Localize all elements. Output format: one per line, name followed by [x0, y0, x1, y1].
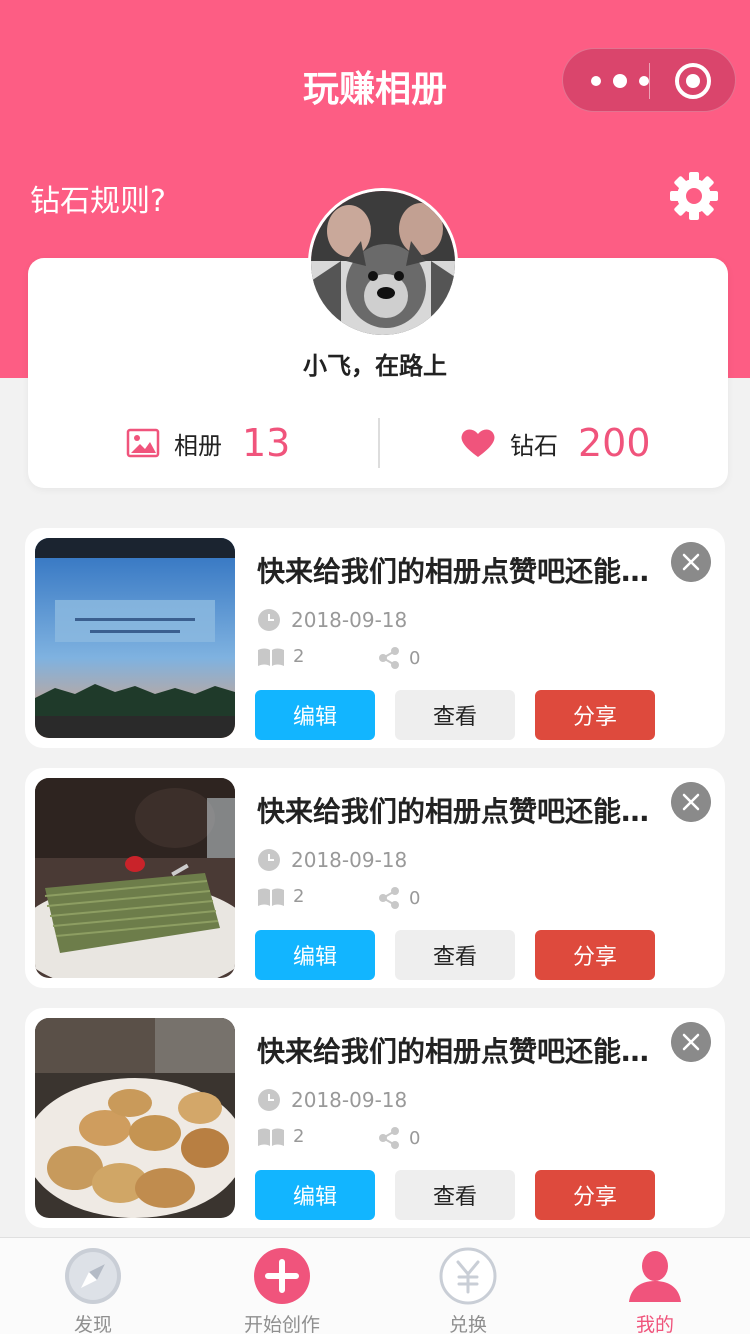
- album-date-text: 2018-09-18: [291, 1088, 408, 1112]
- edit-button[interactable]: 编辑: [255, 690, 375, 740]
- album-date: 2018-09-18: [257, 1088, 407, 1112]
- user-nickname: 小飞，在路上: [303, 352, 447, 380]
- tab-label: 我的: [635, 1314, 674, 1334]
- close-icon[interactable]: [671, 1022, 711, 1062]
- tab-label: 兑换: [448, 1314, 487, 1334]
- clock-icon: [258, 609, 280, 631]
- book-icon: [258, 648, 284, 666]
- album-date-text: 2018-09-18: [291, 608, 408, 632]
- album-date: 2018-09-18: [257, 608, 407, 632]
- share-icon: [379, 887, 399, 909]
- yuan-icon: [439, 1247, 497, 1305]
- album-shares-count: 0: [409, 887, 421, 909]
- clock-icon: [258, 1089, 280, 1111]
- diamond-stat[interactable]: 钻石 200: [460, 420, 651, 466]
- view-button[interactable]: 查看: [395, 1170, 515, 1220]
- edit-button[interactable]: 编辑: [255, 930, 375, 980]
- compass-icon: [65, 1248, 121, 1304]
- album-label: 相册: [174, 431, 222, 460]
- book-icon: [258, 888, 284, 906]
- heart-icon: [461, 429, 495, 457]
- album-title: 快来给我们的相册点赞吧还能兑换话费哟: [257, 1035, 657, 1068]
- album-thumbnail[interactable]: [35, 538, 235, 738]
- view-button[interactable]: 查看: [395, 930, 515, 980]
- close-miniprogram-icon[interactable]: [675, 63, 711, 99]
- album-thumbnail[interactable]: [35, 1018, 235, 1218]
- share-button[interactable]: 分享: [535, 1170, 655, 1220]
- book-icon: [258, 1128, 284, 1146]
- album-pages-count: 2: [293, 886, 305, 907]
- clock-icon: [258, 849, 280, 871]
- album-stat[interactable]: 相册 13: [126, 420, 290, 466]
- image-icon: [126, 428, 160, 458]
- avatar[interactable]: [308, 188, 458, 338]
- share-icon: [379, 1127, 399, 1149]
- album-pages-count: 2: [293, 646, 305, 667]
- album-title: 快来给我们的相册点赞吧还能兑换话费哟: [257, 795, 657, 828]
- tab-bar: 发现 开始创作 兑换 我的: [0, 1237, 750, 1334]
- close-icon[interactable]: [671, 782, 711, 822]
- capsule-divider: [649, 63, 650, 99]
- album-shares-count: 0: [409, 1127, 421, 1149]
- album-pages-count: 2: [293, 1126, 305, 1147]
- plus-circle-icon: [254, 1248, 310, 1304]
- album-thumbnail[interactable]: [35, 778, 235, 978]
- album-pages: 2: [257, 886, 304, 907]
- album-shares: 0: [377, 646, 420, 670]
- album-shares: 0: [377, 1126, 420, 1150]
- album-card[interactable]: 快来给我们的相册点赞吧还能兑换话费哟 2018-09-18 2 0 编辑 查看 …: [25, 528, 725, 748]
- album-count: 13: [242, 421, 291, 465]
- more-icon[interactable]: [591, 71, 649, 91]
- stats-divider: [378, 418, 380, 468]
- album-title: 快来给我们的相册点赞吧还能兑换话费哟: [257, 555, 657, 588]
- tab-exchange[interactable]: 兑换: [398, 1238, 538, 1334]
- tab-label: 开始创作: [243, 1314, 320, 1334]
- album-date-text: 2018-09-18: [291, 848, 408, 872]
- close-icon[interactable]: [671, 542, 711, 582]
- edit-button[interactable]: 编辑: [255, 1170, 375, 1220]
- album-card[interactable]: 快来给我们的相册点赞吧还能兑换话费哟 2018-09-18 2 0 编辑 查看 …: [25, 1008, 725, 1228]
- tab-mine[interactable]: 我的: [585, 1238, 725, 1334]
- gear-icon[interactable]: [668, 170, 720, 222]
- album-date: 2018-09-18: [257, 848, 407, 872]
- share-button[interactable]: 分享: [535, 690, 655, 740]
- tab-create[interactable]: 开始创作: [212, 1238, 352, 1334]
- miniprogram-capsule: [562, 48, 736, 112]
- diamond-label: 钻石: [510, 431, 558, 460]
- album-shares-count: 0: [409, 647, 421, 669]
- album-card[interactable]: 快来给我们的相册点赞吧还能兑换话费哟 2018-09-18 2 0 编辑 查看 …: [25, 768, 725, 988]
- album-pages: 2: [257, 1126, 304, 1147]
- tab-discover[interactable]: 发现: [23, 1238, 163, 1334]
- view-button[interactable]: 查看: [395, 690, 515, 740]
- album-shares: 0: [377, 886, 420, 910]
- share-button[interactable]: 分享: [535, 930, 655, 980]
- album-pages: 2: [257, 646, 304, 667]
- tab-label: 发现: [73, 1314, 112, 1334]
- share-icon: [379, 647, 399, 669]
- person-icon: [629, 1251, 681, 1302]
- diamond-rules-link[interactable]: 钻石规则?: [30, 176, 166, 220]
- diamond-count: 200: [578, 421, 651, 465]
